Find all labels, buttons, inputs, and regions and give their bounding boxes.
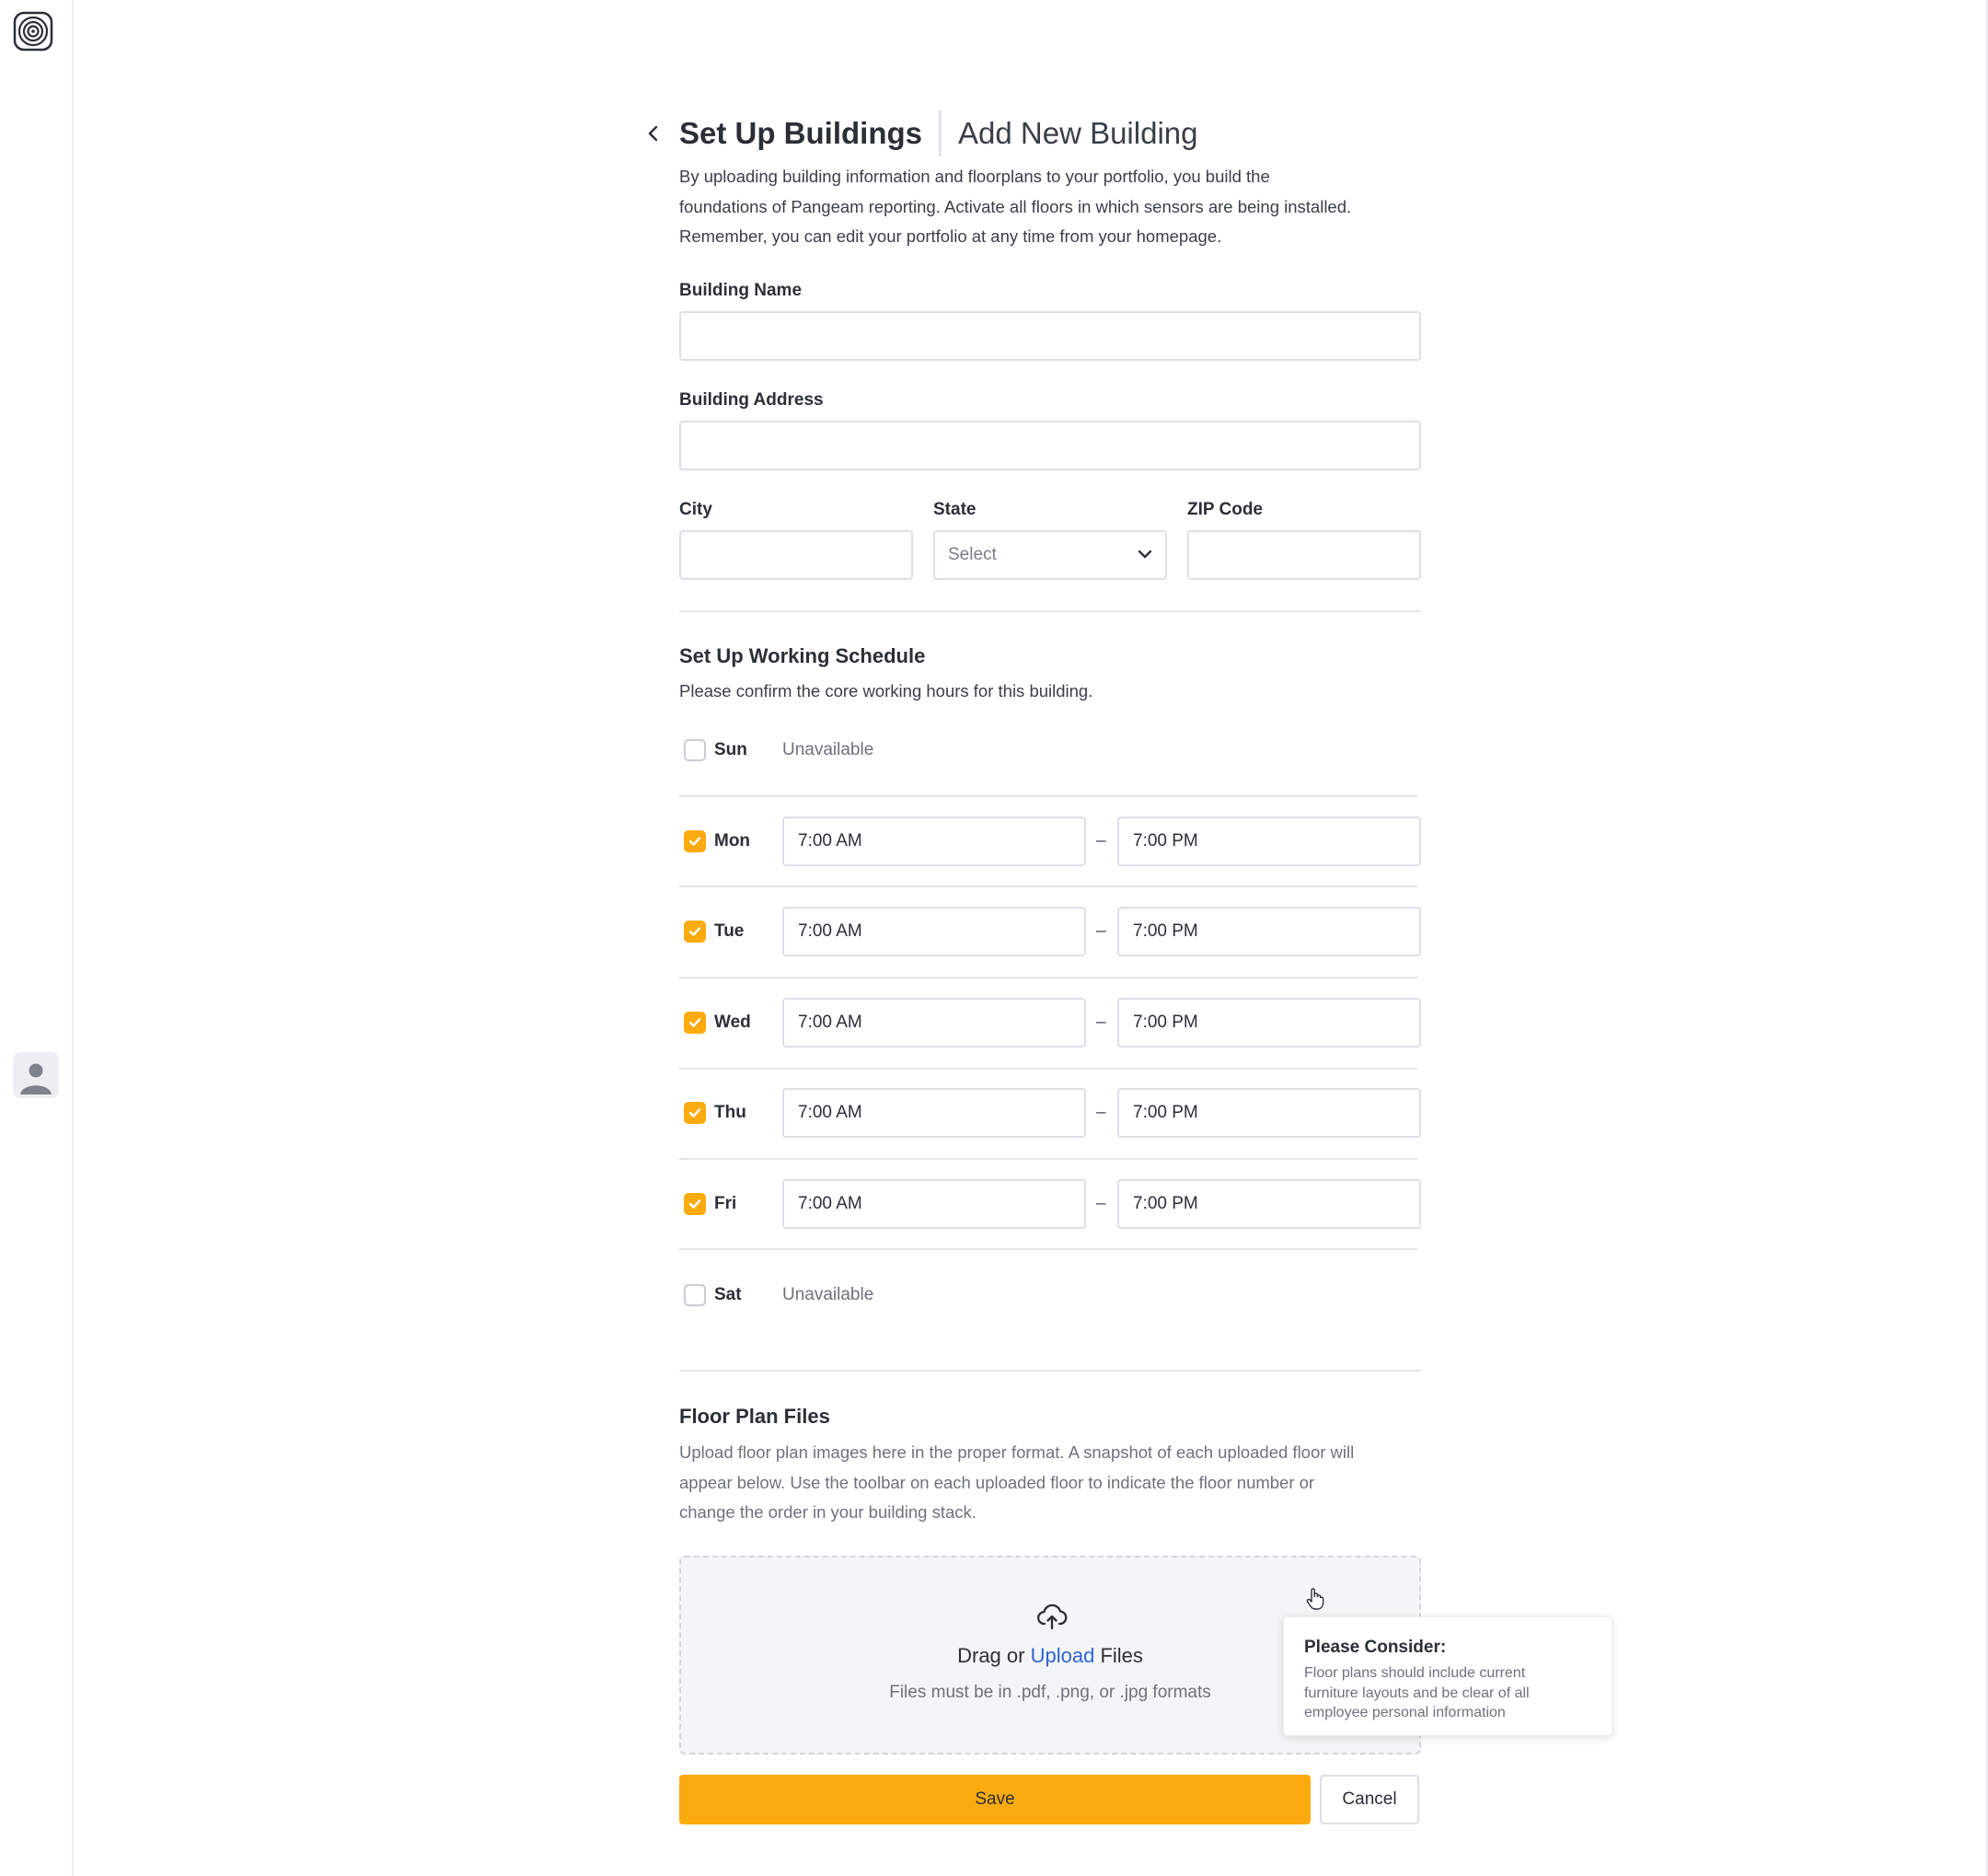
- description-line: change the order in your building stack.: [679, 1502, 977, 1522]
- time-separator: –: [1096, 1194, 1106, 1213]
- start-time-input[interactable]: 7:00 AM: [782, 907, 1086, 956]
- time-separator: –: [1096, 831, 1106, 851]
- checkbox-sat[interactable]: [684, 1284, 706, 1306]
- dropzone-suffix: Files: [1100, 1644, 1143, 1667]
- end-time-input[interactable]: 7:00 PM: [1117, 998, 1421, 1048]
- unavailable-label: Unavailable: [782, 740, 874, 759]
- intro-line: By uploading building information and fl…: [679, 167, 1270, 186]
- end-time-input[interactable]: 7:00 PM: [1117, 1179, 1421, 1229]
- section-divider: [679, 610, 1421, 612]
- tooltip-line: employee personal information: [1304, 1705, 1506, 1720]
- checkbox-fri[interactable]: [684, 1193, 706, 1215]
- start-time-input[interactable]: 7:00 AM: [782, 1088, 1086, 1138]
- row-divider: [679, 1068, 1417, 1070]
- schedule-row-wed: Wed 7:00 AM – 7:00 PM: [679, 997, 1421, 1048]
- day-label: Wed: [714, 1013, 751, 1032]
- row-divider: [679, 977, 1417, 979]
- state-label: State: [933, 500, 977, 519]
- city-input[interactable]: [679, 530, 913, 580]
- schedule-title: Set Up Working Schedule: [679, 644, 926, 667]
- cloud-upload-icon: [1035, 1600, 1069, 1633]
- tooltip-line: Floor plans should include current: [1304, 1665, 1526, 1681]
- logo-icon[interactable]: [13, 11, 53, 52]
- page-subtitle: Add New Building: [958, 116, 1198, 150]
- schedule-row-fri: Fri 7:00 AM – 7:00 PM: [679, 1178, 1421, 1230]
- schedule-row-mon: Mon 7:00 AM – 7:00 PM: [679, 816, 1421, 867]
- building-address-input[interactable]: [679, 421, 1421, 470]
- checkbox-tue[interactable]: [684, 921, 706, 943]
- floorplan-tooltip: Please Consider: Floor plans should incl…: [1283, 1616, 1612, 1736]
- page-title: Set Up Buildings: [679, 116, 922, 150]
- start-time-input[interactable]: 7:00 AM: [782, 1179, 1086, 1229]
- floorplans-description: Upload floor plan images here in the pro…: [679, 1438, 1354, 1528]
- checkbox-sun[interactable]: [684, 739, 706, 761]
- chevron-left-icon[interactable]: [639, 119, 668, 148]
- hand-pointer-icon: [1305, 1587, 1325, 1611]
- time-separator: –: [1096, 1013, 1106, 1032]
- zip-label: ZIP Code: [1187, 500, 1263, 519]
- unavailable-label: Unavailable: [782, 1285, 874, 1304]
- state-select[interactable]: Select: [933, 530, 1167, 580]
- tooltip-title: Please Consider:: [1304, 1638, 1447, 1657]
- save-button[interactable]: Save: [679, 1775, 1311, 1824]
- time-separator: –: [1096, 921, 1106, 941]
- dropzone-prefix: Drag or: [957, 1644, 1025, 1667]
- start-time-input[interactable]: 7:00 AM: [782, 816, 1086, 866]
- page-header: Set Up Buildings Add New Building: [639, 109, 1421, 158]
- building-name-input[interactable]: [679, 311, 1421, 361]
- time-separator: –: [1096, 1103, 1106, 1122]
- end-time-input[interactable]: 7:00 PM: [1117, 907, 1421, 956]
- user-avatar-icon[interactable]: [13, 1052, 59, 1098]
- zip-input[interactable]: [1187, 530, 1421, 580]
- sidebar: [0, 0, 74, 1876]
- row-divider: [679, 1248, 1417, 1250]
- day-label: Fri: [714, 1194, 737, 1213]
- description-line: appear below. Use the toolbar on each up…: [679, 1472, 1315, 1492]
- floorplans-title: Floor Plan Files: [679, 1405, 830, 1428]
- checkbox-wed[interactable]: [684, 1012, 706, 1034]
- day-label: Mon: [714, 831, 751, 851]
- row-divider: [679, 1158, 1417, 1160]
- intro-line: foundations of Pangeam reporting. Activa…: [679, 196, 1352, 216]
- chevron-down-icon: [1138, 545, 1152, 565]
- day-label: Sat: [714, 1285, 742, 1304]
- building-address-label: Building Address: [679, 390, 824, 410]
- day-label: Thu: [714, 1103, 746, 1122]
- section-divider: [679, 1370, 1421, 1372]
- building-name-label: Building Name: [679, 281, 803, 300]
- schedule-row-thu: Thu 7:00 AM – 7:00 PM: [679, 1087, 1421, 1139]
- end-time-input[interactable]: 7:00 PM: [1117, 1088, 1421, 1138]
- schedule-row-sun: Sun Unavailable: [679, 724, 1421, 776]
- schedule-row-tue: Tue 7:00 AM – 7:00 PM: [679, 906, 1421, 957]
- checkbox-thu[interactable]: [684, 1102, 706, 1124]
- schedule-description: Please confirm the core working hours fo…: [679, 681, 1093, 701]
- description-line: Upload floor plan images here in the pro…: [679, 1442, 1355, 1462]
- tooltip-body: Floor plans should include current furni…: [1304, 1663, 1591, 1723]
- row-divider: [679, 886, 1417, 887]
- title-divider: [939, 110, 942, 156]
- intro-line: Remember, you can edit your portfolio at…: [679, 226, 1222, 246]
- schedule-row-sat: Sat Unavailable: [679, 1269, 1421, 1321]
- end-time-input[interactable]: 7:00 PM: [1117, 816, 1421, 866]
- start-time-input[interactable]: 7:00 AM: [782, 998, 1086, 1048]
- state-select-value: Select: [948, 545, 997, 564]
- intro-text: By uploading building information and fl…: [679, 162, 1421, 252]
- upload-link[interactable]: Upload: [1031, 1644, 1095, 1667]
- cancel-button[interactable]: Cancel: [1320, 1775, 1419, 1824]
- tooltip-line: furniture layouts and be clear of all: [1304, 1685, 1530, 1701]
- day-label: Tue: [714, 921, 745, 941]
- checkbox-mon[interactable]: [684, 830, 706, 852]
- day-label: Sun: [714, 740, 747, 759]
- row-divider: [679, 795, 1417, 797]
- city-label: City: [679, 500, 712, 519]
